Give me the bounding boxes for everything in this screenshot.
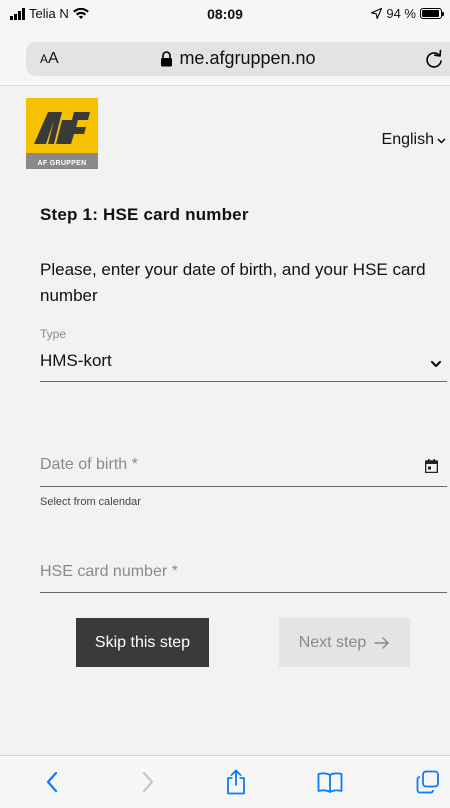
back-button[interactable]: [38, 768, 66, 796]
tabs-button[interactable]: [414, 768, 442, 796]
next-step-label: Next step: [298, 633, 367, 651]
url-display[interactable]: me.afgruppen.no: [26, 48, 450, 69]
address-bar[interactable]: AA me.afgruppen.no: [26, 42, 450, 76]
hse-underline: [40, 592, 447, 593]
share-button[interactable]: [222, 768, 250, 796]
hse-card-number-input[interactable]: HSE card number *: [40, 563, 178, 581]
chevron-down-icon: [437, 138, 446, 143]
type-underline: [40, 381, 447, 382]
browser-toolbar: [0, 755, 450, 808]
language-selector[interactable]: English: [382, 131, 446, 149]
skip-step-button[interactable]: Skip this step: [76, 618, 209, 667]
select-chevron-down-icon[interactable]: [430, 359, 442, 369]
type-select[interactable]: HMS-kort: [40, 351, 112, 371]
lock-icon: [161, 50, 173, 66]
step-title: Step 1: HSE card number: [40, 205, 249, 224]
battery-icon: [420, 8, 444, 19]
page-content: AF GRUPPEN English Step 1: HSE card numb…: [0, 87, 450, 755]
af-gruppen-logo[interactable]: AF GRUPPEN: [26, 98, 98, 169]
arrow-right-icon: [374, 636, 389, 649]
type-label: Type: [40, 327, 67, 341]
back-icon: [46, 771, 58, 793]
status-right: 94 %: [371, 6, 444, 21]
bookmarks-button[interactable]: [316, 768, 344, 796]
dob-helper-text: Select from calendar: [40, 496, 141, 508]
instruction-text: Please, enter your date of birth, and yo…: [40, 260, 426, 305]
reload-icon[interactable]: [424, 49, 444, 69]
status-bar: Telia N 08:09 94 %: [0, 0, 450, 30]
bookmarks-icon: [317, 772, 343, 793]
af-logo-mark: [34, 112, 90, 144]
next-step-button[interactable]: Next step: [279, 618, 410, 667]
calendar-icon[interactable]: [425, 459, 438, 473]
date-of-birth-input[interactable]: Date of birth *: [40, 456, 138, 474]
browser-address-area: AA me.afgruppen.no: [0, 30, 450, 86]
forward-icon: [142, 771, 154, 793]
tabs-icon: [416, 770, 439, 794]
logo-caption: AF GRUPPEN: [37, 160, 87, 167]
language-label: English: [381, 131, 434, 148]
battery-percent: 94 %: [386, 6, 416, 21]
share-icon: [227, 769, 245, 795]
dob-underline: [40, 486, 447, 487]
battery-fill: [422, 10, 439, 17]
forward-button[interactable]: [134, 768, 162, 796]
url-text: me.afgruppen.no: [179, 48, 316, 68]
location-arrow-icon: [371, 8, 383, 19]
